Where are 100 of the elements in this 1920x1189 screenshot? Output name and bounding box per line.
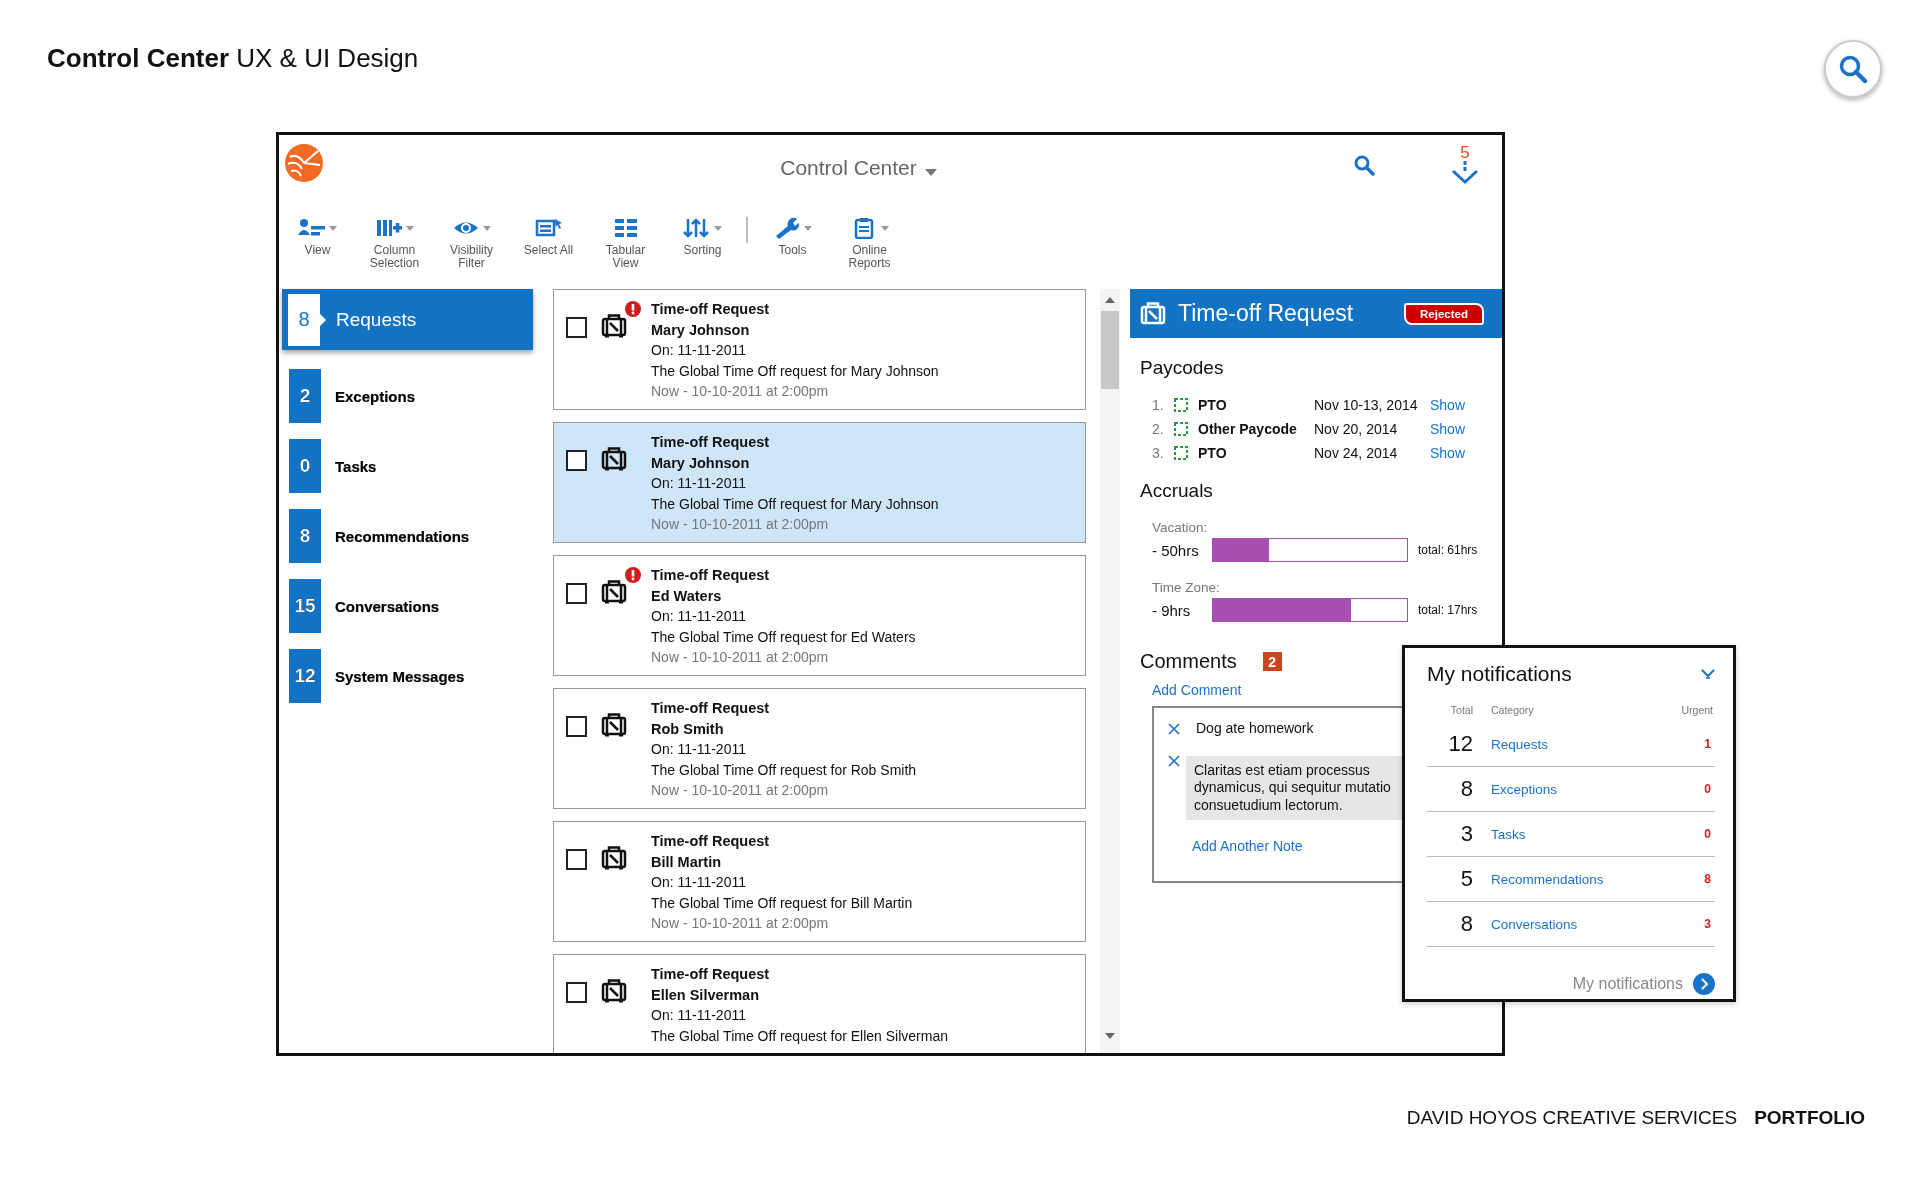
- total-count: 5: [1459, 866, 1473, 892]
- dashed-square-icon: [1174, 446, 1188, 460]
- accrual-label: Vacation:: [1152, 520, 1208, 535]
- logo-icon: [284, 143, 324, 183]
- toolbar-button[interactable]: Tools: [754, 215, 831, 257]
- request-date: On: 11-11-2011: [651, 740, 747, 760]
- detail-title: Time-off Request: [1178, 300, 1355, 327]
- paycode-name: PTO: [1198, 445, 1228, 461]
- show-link[interactable]: Show: [1430, 397, 1502, 413]
- toolbar-button[interactable]: Visibility Filter: [433, 215, 510, 269]
- scroll-down-icon[interactable]: [1105, 1033, 1115, 1039]
- toolbar-button[interactable]: Tabular View: [587, 215, 664, 269]
- briefcase-icon: [601, 447, 627, 471]
- request-card[interactable]: Time-off Request Mary Johnson On: 11-11-2011 The Global Time Off request for Mary Johnson Now - 10-10-2011 at 2:00pm: [553, 422, 1086, 543]
- briefcase-icon: [1140, 301, 1166, 326]
- section-heading: Comments: [1140, 650, 1237, 673]
- column-header: Category: [1491, 704, 1535, 716]
- page-title: Control Center UX & UI Design: [47, 43, 419, 74]
- paycode-name: Other Paycode: [1198, 421, 1298, 437]
- accrual-amount: - 9hrs: [1152, 601, 1192, 619]
- request-time: Now - 10-10-2011 at 2:00pm: [651, 515, 830, 535]
- status-badge: Rejected: [1404, 302, 1484, 325]
- urgent-count: 0: [1704, 782, 1712, 796]
- close-icon[interactable]: [1168, 754, 1180, 767]
- requester-name: Mary Johnson: [651, 453, 751, 473]
- request-title: Time-off Request: [651, 433, 771, 452]
- chevron-right-icon[interactable]: [1693, 973, 1715, 995]
- sidebar-item[interactable]: 2 Exceptions: [289, 369, 529, 423]
- show-link[interactable]: Show: [1430, 445, 1502, 461]
- scroll-up-icon[interactable]: [1105, 297, 1115, 303]
- request-description: The Global Time Off request for Ed Waters: [651, 627, 916, 647]
- category-link[interactable]: Exceptions: [1491, 781, 1705, 797]
- scroll-thumb[interactable]: [1101, 311, 1119, 389]
- app-title-dropdown[interactable]: Control Center: [780, 156, 937, 180]
- sidebar-item[interactable]: 8 Requests: [282, 289, 533, 350]
- request-date: On: 11-11-2011: [651, 474, 747, 494]
- request-card[interactable]: Time-off Request Mary Johnson On: 11-11-2011 The Global Time Off request for Mary Johnson Now - 10-10-2011 at 2:00pm: [553, 289, 1086, 410]
- category-link[interactable]: Tasks: [1491, 826, 1705, 842]
- urgent-count: 3: [1704, 917, 1712, 931]
- request-description: The Global Time Off request for Rob Smith: [651, 760, 917, 780]
- scrollbar[interactable]: [1100, 289, 1120, 1053]
- sidebar-item[interactable]: 0 Tasks: [289, 439, 529, 493]
- briefcase-icon: [601, 580, 627, 604]
- toolbar-button[interactable]: Column Selection: [356, 215, 433, 269]
- search-button[interactable]: [1353, 154, 1375, 176]
- checkbox[interactable]: [566, 716, 587, 737]
- category-link[interactable]: Requests: [1491, 736, 1705, 752]
- footer-text: DAVID HOYOS CREATIVE SERVICES: [1406, 1107, 1738, 1129]
- chevron-down-icon[interactable]: [1701, 669, 1715, 679]
- request-card[interactable]: Time-off Request Rob Smith On: 11-11-2011 The Global Time Off request for Rob Smith Now - 10-10-2011 at 2:00pm: [553, 688, 1086, 809]
- alerts-button[interactable]: 5: [1450, 145, 1480, 185]
- category-link[interactable]: Conversations: [1491, 916, 1705, 932]
- panel-title: My notifications: [1427, 662, 1572, 686]
- sidebar-item[interactable]: 15 Conversations: [289, 579, 529, 633]
- sort-arrows-icon: [683, 217, 711, 239]
- category-link[interactable]: Recommendations: [1491, 871, 1705, 887]
- show-link[interactable]: Show: [1430, 421, 1502, 437]
- person-list-icon: [298, 217, 326, 239]
- count-badge: 8: [288, 293, 320, 346]
- close-icon[interactable]: [1168, 723, 1180, 735]
- search-button[interactable]: [1824, 40, 1882, 98]
- checkbox[interactable]: [566, 849, 587, 870]
- window-cursor-icon: [534, 217, 563, 239]
- request-title: Time-off Request: [651, 832, 771, 851]
- section-heading: Accruals: [1140, 480, 1214, 502]
- add-note-link[interactable]: Add Another Note: [1192, 838, 1303, 854]
- total-count: 8: [1459, 911, 1473, 937]
- request-card[interactable]: Time-off Request Bill Martin On: 11-11-2011 The Global Time Off request for Bill Martin Now - 10-10-2011 at 2:00pm: [553, 821, 1086, 942]
- urgent-count: 1: [1704, 737, 1712, 751]
- request-date: On: 11-11-2011: [651, 607, 747, 627]
- checkbox[interactable]: [566, 583, 587, 604]
- checkbox[interactable]: [566, 317, 587, 338]
- briefcase-icon: [601, 979, 627, 1003]
- sidebar-item[interactable]: 8 Recommendations: [289, 509, 529, 563]
- urgent-count: 0: [1704, 827, 1712, 841]
- briefcase-icon: [601, 846, 627, 870]
- footer-emphasis: PORTFOLIO: [1754, 1107, 1865, 1129]
- list-number: 3.: [1152, 445, 1165, 461]
- column-header: Urgent: [1681, 704, 1714, 716]
- request-title: Time-off Request: [651, 965, 771, 984]
- checkbox[interactable]: [566, 450, 587, 471]
- toolbar-button[interactable]: View: [279, 215, 356, 257]
- notifications-link[interactable]: My notifications: [1572, 975, 1683, 993]
- dashed-square-icon: [1174, 422, 1188, 436]
- add-comment-link[interactable]: Add Comment: [1152, 682, 1242, 698]
- toolbar-button[interactable]: Select All: [510, 215, 587, 257]
- request-time: Now - 10-10-2011 at 2:00pm: [651, 648, 830, 668]
- list-number: 2.: [1152, 421, 1165, 437]
- dashed-square-icon: [1174, 398, 1188, 412]
- sidebar-item[interactable]: 12 System Messages: [289, 649, 529, 703]
- toolbar-button[interactable]: Sorting: [664, 215, 741, 257]
- toolbar-button[interactable]: Online Reports: [831, 215, 908, 269]
- request-title: Time-off Request: [651, 566, 771, 585]
- search-icon: [1838, 54, 1868, 84]
- list-number: 1.: [1152, 397, 1165, 413]
- count-badge: 2: [289, 369, 321, 423]
- request-card[interactable]: Time-off Request Ellen Silverman On: 11-11-2011 The Global Time Off request for Ellen Silverman: [553, 954, 1086, 1053]
- checkbox[interactable]: [566, 982, 587, 1003]
- request-card[interactable]: Time-off Request Ed Waters On: 11-11-2011 The Global Time Off request for Ed Waters Now - 10-10-2011 at 2:00pm: [553, 555, 1086, 676]
- caret-icon: [924, 168, 937, 176]
